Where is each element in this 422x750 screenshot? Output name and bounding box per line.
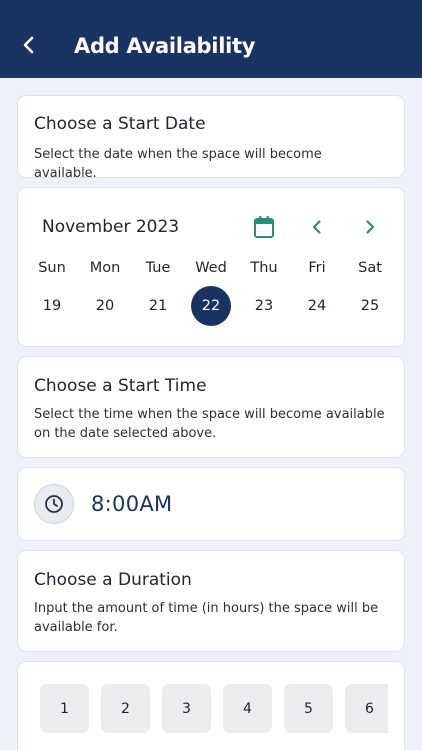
clock-icon (45, 495, 63, 513)
calendar-card: November 2023 Sun Mon Tue Wed Thu Fri Sa… (17, 187, 405, 347)
duration-option-2[interactable]: 2 (101, 684, 150, 733)
weekday-wed: Wed (195, 260, 227, 276)
duration-option-4[interactable]: 4 (223, 684, 272, 733)
start-time-value[interactable]: 8:00AM (91, 492, 172, 516)
chevron-left-icon (312, 220, 321, 234)
weekday-thu: Thu (250, 260, 278, 276)
day-21[interactable]: 21 (138, 286, 178, 326)
weekday-fri: Fri (308, 260, 326, 276)
start-time-description: Select the time when the space will beco… (34, 407, 385, 441)
weekday-tue: Tue (145, 260, 171, 276)
weekday-sat: Sat (358, 260, 382, 276)
clock-button[interactable] (34, 484, 74, 524)
back-button[interactable] (16, 32, 42, 58)
calendar-picker-button[interactable] (251, 214, 277, 240)
weekday-mon: Mon (89, 260, 121, 276)
start-date-title: Choose a Start Date (34, 114, 206, 134)
app-header: Add Availability (0, 0, 422, 78)
chevron-left-icon (23, 36, 34, 54)
prev-week-button[interactable] (304, 214, 330, 240)
duration-option-5[interactable]: 5 (284, 684, 333, 733)
duration-card: Choose a Duration Input the amount of ti… (17, 550, 405, 652)
duration-options-scroller[interactable]: 1 2 3 4 5 6 (40, 684, 388, 736)
calendar-icon (254, 216, 274, 238)
day-20[interactable]: 20 (85, 286, 125, 326)
duration-option-6[interactable]: 6 (345, 684, 388, 733)
chevron-right-icon (366, 220, 375, 234)
month-label: November 2023 (42, 217, 180, 237)
day-19[interactable]: 19 (32, 286, 72, 326)
page-title: Add Availability (74, 34, 256, 58)
weekday-sun: Sun (38, 260, 66, 276)
day-22-selected[interactable]: 22 (191, 286, 231, 326)
duration-options-card: 1 2 3 4 5 6 (17, 661, 405, 750)
day-25[interactable]: 25 (350, 286, 390, 326)
duration-option-1[interactable]: 1 (40, 684, 89, 733)
duration-description: Input the amount of time (in hours) the … (34, 601, 379, 635)
start-time-title: Choose a Start Time (34, 376, 207, 396)
next-week-button[interactable] (357, 214, 383, 240)
duration-title: Choose a Duration (34, 570, 192, 590)
duration-option-3[interactable]: 3 (162, 684, 211, 733)
start-time-card: Choose a Start Time Select the time when… (17, 356, 405, 458)
day-24[interactable]: 24 (297, 286, 337, 326)
time-picker-card[interactable]: 8:00AM (17, 467, 405, 541)
start-date-card: Choose a Start Date Select the date when… (17, 95, 405, 181)
day-23[interactable]: 23 (244, 286, 284, 326)
start-date-description: Select the date when the space will beco… (34, 147, 322, 181)
